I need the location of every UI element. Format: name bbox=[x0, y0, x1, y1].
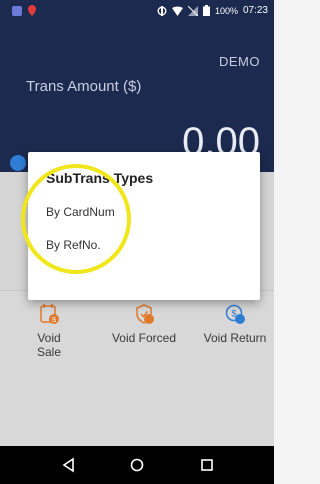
void-forced-label: Void Forced bbox=[111, 331, 177, 345]
signal-icon bbox=[187, 5, 198, 16]
battery-icon bbox=[202, 5, 210, 16]
tab-indicator bbox=[10, 155, 26, 171]
lower-panel bbox=[0, 382, 274, 446]
void-return-label: Void Return bbox=[203, 331, 267, 345]
void-forced-button[interactable]: Void Forced bbox=[109, 303, 179, 345]
status-bar: 100% 07:23 bbox=[0, 0, 274, 24]
void-actions-row: S Void Sale Void Forced $ Void Return bbox=[0, 290, 274, 382]
transaction-header: DEMO Trans Amount ($) 0.00 bbox=[0, 24, 274, 172]
amount-label: Trans Amount ($) bbox=[26, 78, 142, 95]
clock: 07:23 bbox=[242, 5, 268, 16]
home-icon[interactable] bbox=[128, 456, 146, 474]
void-sale-label: Void Sale bbox=[36, 331, 62, 359]
mode-label: DEMO bbox=[219, 54, 260, 69]
highlight-circle bbox=[21, 164, 131, 274]
void-forced-icon bbox=[136, 304, 154, 324]
void-sale-button[interactable]: S Void Sale bbox=[24, 303, 74, 359]
svg-text:S: S bbox=[52, 317, 57, 324]
void-return-button[interactable]: $ Void Return bbox=[200, 303, 270, 345]
battery-percent: 100% bbox=[214, 5, 238, 16]
wifi-icon bbox=[171, 6, 183, 16]
void-return-icon: $ bbox=[225, 304, 245, 324]
notification-icon bbox=[12, 5, 22, 16]
sync-icon bbox=[157, 5, 167, 16]
navigation-bar bbox=[0, 446, 274, 484]
void-sale-icon: S bbox=[40, 304, 59, 324]
recents-icon[interactable] bbox=[198, 456, 216, 474]
location-pin-icon bbox=[28, 5, 36, 16]
back-icon[interactable] bbox=[60, 456, 78, 474]
